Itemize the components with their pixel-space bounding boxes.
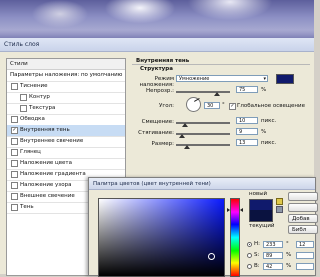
hsb-radio[interactable] bbox=[247, 253, 252, 258]
hsb-value-field[interactable]: 233 bbox=[263, 241, 283, 248]
dialog-title-bar[interactable]: Стиль слоя bbox=[0, 38, 314, 52]
angle-dial-needle bbox=[194, 98, 200, 102]
opacity-label: Непрозр.: bbox=[146, 88, 174, 94]
sidebar-item-label: Тень bbox=[20, 204, 34, 210]
cancel-button[interactable] bbox=[288, 203, 318, 212]
web-color-cube-icon[interactable] bbox=[276, 206, 283, 213]
hsb-key: S: bbox=[254, 252, 260, 258]
hsb-unit: ° bbox=[286, 241, 289, 247]
sidebar-item-label: Внутренняя тень bbox=[20, 127, 70, 133]
extra-value-field-2[interactable] bbox=[296, 252, 314, 259]
sidebar-item-checkbox[interactable] bbox=[11, 160, 18, 167]
picker-title: Палитра цветов (цвет внутренней тени) bbox=[93, 181, 211, 187]
sidebar-item-checkbox[interactable] bbox=[11, 182, 18, 189]
choke-label: Стягивание: bbox=[138, 130, 174, 136]
opacity-unit: % bbox=[261, 87, 267, 93]
blend-mode-select[interactable]: Умножение ▾ bbox=[176, 75, 268, 82]
sidebar-item-label: Внутреннее свечение bbox=[20, 138, 84, 144]
hsb-radio[interactable] bbox=[247, 242, 252, 247]
global-light-checkbox[interactable]: ✓ bbox=[229, 103, 236, 110]
extra-value-field-3[interactable] bbox=[296, 263, 314, 270]
sidebar-item-checkbox[interactable] bbox=[11, 193, 18, 200]
angle-field[interactable]: 30 bbox=[204, 102, 220, 109]
checkmark-icon: ✓ bbox=[230, 103, 235, 109]
sidebar-item-label: Обводка bbox=[20, 116, 45, 122]
sidebar-item-checkbox[interactable] bbox=[11, 171, 18, 178]
sidebar-item-label: Глянец bbox=[20, 149, 41, 155]
gamut-warning-icon[interactable] bbox=[276, 198, 283, 205]
sidebar-item-label: Текстура bbox=[29, 105, 56, 111]
distance-field[interactable]: 10 bbox=[236, 117, 258, 124]
global-light-label: Глобальное освещение bbox=[237, 103, 305, 109]
group-divider bbox=[132, 64, 310, 65]
hsb-radio[interactable] bbox=[247, 264, 252, 269]
angle-label: Угол: bbox=[159, 103, 174, 109]
dialog-title: Стиль слоя bbox=[4, 41, 40, 48]
sidebar-item-checkbox[interactable] bbox=[11, 204, 18, 211]
inner-shadow-panel: Внутренняя тень Структура Режим наложени… bbox=[128, 58, 314, 188]
opacity-slider[interactable] bbox=[176, 91, 230, 93]
current-color-label: текущий bbox=[249, 223, 275, 229]
ok-button[interactable] bbox=[288, 192, 318, 201]
sidebar-item-label: Тиснение bbox=[20, 83, 48, 89]
hue-slider-arrow-right[interactable] bbox=[240, 208, 243, 212]
color-libraries-button[interactable]: Библ bbox=[288, 225, 318, 234]
sidebar-item-label: Параметры наложения: по умолчанию bbox=[10, 72, 123, 78]
blend-mode-label: Режим наложения: bbox=[139, 76, 174, 88]
sidebar-item-label: Наложение узора bbox=[20, 182, 72, 188]
size-unit: пикс. bbox=[261, 140, 277, 146]
sidebar-item-checkbox[interactable] bbox=[20, 105, 27, 112]
opacity-field[interactable]: 75 bbox=[236, 86, 258, 93]
structure-title: Структура bbox=[140, 66, 173, 72]
hue-slider[interactable] bbox=[230, 198, 240, 277]
sidebar-item-label: Контур bbox=[29, 94, 50, 100]
blend-mode-value: Умножение bbox=[179, 76, 210, 82]
sidebar-item-checkbox[interactable] bbox=[11, 83, 18, 90]
choke-field[interactable]: 9 bbox=[236, 128, 258, 135]
styles-header[interactable]: Стили bbox=[7, 59, 125, 70]
background-photo bbox=[0, 0, 314, 38]
distance-unit: пикс. bbox=[261, 118, 277, 124]
hsb-key: B: bbox=[254, 263, 260, 269]
sidebar-item-label: Внешнее свечение bbox=[20, 193, 75, 199]
distance-slider-thumb[interactable] bbox=[182, 123, 188, 127]
sidebar-item-checkbox[interactable] bbox=[11, 149, 18, 156]
size-slider-thumb[interactable] bbox=[184, 145, 190, 149]
saturation-brightness-field[interactable] bbox=[98, 198, 225, 277]
add-to-swatches-button[interactable]: Добав bbox=[288, 214, 318, 223]
distance-label: Смещение: bbox=[141, 119, 174, 125]
sidebar-item-label: Наложение градиента bbox=[20, 171, 86, 177]
hsb-unit: % bbox=[286, 263, 292, 269]
sidebar-item-label: Наложение цвета bbox=[20, 160, 72, 166]
extra-value-field[interactable]: 12 bbox=[296, 241, 314, 248]
hsb-unit: % bbox=[286, 252, 292, 258]
angle-unit: ° bbox=[222, 102, 225, 108]
size-field[interactable]: 13 bbox=[236, 139, 258, 146]
hsb-key: H: bbox=[254, 241, 260, 247]
current-color-swatch[interactable] bbox=[249, 210, 273, 222]
sidebar-item-checkbox[interactable] bbox=[11, 116, 18, 123]
size-label: Размер: bbox=[151, 141, 175, 147]
hsb-value-field[interactable]: 89 bbox=[263, 252, 283, 259]
sidebar-item-checkbox[interactable] bbox=[20, 94, 27, 101]
color-picker-dialog: Палитра цветов (цвет внутренней тени) но… bbox=[88, 177, 318, 277]
shadow-color-swatch[interactable] bbox=[276, 74, 294, 84]
sidebar-item-checkbox[interactable] bbox=[11, 138, 18, 145]
new-color-label: новый bbox=[249, 191, 268, 197]
choke-slider-thumb[interactable] bbox=[179, 134, 185, 138]
angle-dial[interactable] bbox=[186, 97, 201, 112]
choke-unit: % bbox=[261, 129, 267, 135]
hsb-value-field[interactable]: 42 bbox=[263, 263, 283, 270]
picker-title-bar[interactable]: Палитра цветов (цвет внутренней тени) bbox=[89, 178, 315, 190]
color-field-marker[interactable] bbox=[208, 253, 215, 260]
sidebar-item-checkbox[interactable]: ✓ bbox=[11, 127, 18, 134]
hue-slider-arrow-left[interactable] bbox=[227, 208, 230, 212]
opacity-slider-thumb[interactable] bbox=[213, 92, 220, 96]
chevron-down-icon: ▾ bbox=[263, 76, 266, 82]
